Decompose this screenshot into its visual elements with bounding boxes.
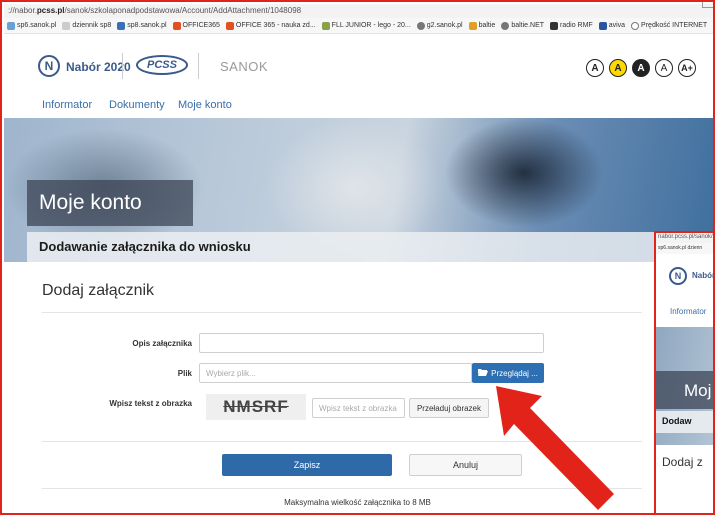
baltie-icon xyxy=(468,21,477,30)
contrast-yellow-button[interactable]: A xyxy=(609,59,627,77)
bookmark-item[interactable]: FLL JUNIOR - lego - 20... xyxy=(321,21,411,30)
nabor-logo-icon[interactable]: N xyxy=(38,55,60,77)
inset-hero-subtitle: Dodaw xyxy=(656,411,713,433)
bookmark-item[interactable]: Prędkość INTERNET xyxy=(631,21,707,30)
bookmark-item[interactable]: baltie.NET xyxy=(501,21,544,30)
nav-item-moje-konto[interactable]: Moje konto xyxy=(178,99,232,111)
font-size-normal-button[interactable]: A xyxy=(655,59,673,77)
captcha-label: Wpisz tekst z obrazka xyxy=(109,399,192,408)
divider xyxy=(122,53,123,79)
globe-icon xyxy=(7,21,15,30)
office-icon xyxy=(225,21,234,30)
city-name: SANOK xyxy=(220,59,269,74)
reload-captcha-button[interactable]: Przeładuj obrazek xyxy=(409,398,489,418)
address-bar[interactable]: ://nabor.pcss.pl/sanok/szkolaponadpodsta… xyxy=(4,4,713,18)
file-label: Plik xyxy=(177,369,192,378)
form-title: Dodaj załącznik xyxy=(42,282,155,299)
bookmark-item[interactable]: OFFICE 365 - nauka zd... xyxy=(225,21,316,30)
browse-button[interactable]: Przeglądaj ... xyxy=(472,363,544,383)
description-label: Opis załącznika xyxy=(132,339,192,348)
hero-subtitle: Dodawanie załącznika do wniosku xyxy=(27,232,713,262)
red-arrow-icon xyxy=(496,386,614,510)
site-icon xyxy=(117,21,126,30)
folder-open-icon xyxy=(478,368,489,378)
office-icon xyxy=(172,21,181,30)
inset-hero-title: Moj xyxy=(656,371,713,409)
corner-marker xyxy=(702,2,713,8)
book-icon xyxy=(62,21,71,30)
url-domain: pcss.pl xyxy=(36,6,65,15)
main-nav: Informator Dokumenty Moje konto xyxy=(4,93,713,117)
url-path: /sanok/szkolaponadpodstawowa/Account/Add… xyxy=(64,6,302,15)
description-field[interactable] xyxy=(199,333,544,353)
globe-icon xyxy=(501,21,510,30)
contrast-dark-button[interactable]: A xyxy=(632,59,650,77)
divider xyxy=(42,312,642,313)
inset-logo-icon: N xyxy=(669,267,687,285)
bookmark-item[interactable]: radio RMF xyxy=(550,21,593,30)
site-title[interactable]: Nabór 2020 xyxy=(66,60,131,74)
bookmark-item[interactable]: sp8.sanok.pl xyxy=(117,21,167,30)
screenshot-frame: ://nabor.pcss.pl/sanok/szkolaponadpodsta… xyxy=(0,0,715,515)
captcha-image: NMSRF xyxy=(206,394,306,420)
url-prefix: ://nabor. xyxy=(8,6,37,15)
inset-screenshot: nabor.pcss.pl/sanok/ sp6.sanok.pl dzienn… xyxy=(654,231,715,513)
pcss-logo[interactable]: PCSS xyxy=(136,55,188,75)
bookmark-item[interactable]: sp6.sanok.pl xyxy=(7,21,56,30)
speed-icon xyxy=(631,21,640,30)
inset-url: nabor.pcss.pl/sanok/ xyxy=(656,233,713,243)
hero-banner: Moje konto Dodawanie załącznika do wnios… xyxy=(4,118,713,262)
file-field[interactable]: Wybierz plik... xyxy=(199,363,472,383)
font-size-large-button[interactable]: A+ xyxy=(678,59,696,77)
bookmark-item[interactable]: baltie xyxy=(468,21,495,30)
contrast-default-button[interactable]: A xyxy=(586,59,604,77)
lego-icon xyxy=(321,21,330,30)
bookmarks-bar: sp6.sanok.pl dziennik sp8 sp8.sanok.pl O… xyxy=(4,18,713,34)
inset-section-title: Dodaj z xyxy=(662,455,703,469)
bookmark-item[interactable]: dziennik sp8 xyxy=(62,21,111,30)
bookmark-item[interactable]: aviva xyxy=(598,21,625,30)
nav-item-informator[interactable]: Informator xyxy=(42,99,92,111)
radio-icon xyxy=(550,21,559,30)
bookmark-item[interactable]: OFFICE365 xyxy=(172,21,220,30)
save-button[interactable]: Zapisz xyxy=(222,454,392,476)
inset-nav: Informator xyxy=(670,307,707,316)
captcha-input[interactable]: Wpisz tekst z obrazka xyxy=(312,398,405,418)
aviva-icon xyxy=(598,21,607,30)
bookmark-item[interactable]: g2.sanok.pl xyxy=(416,21,463,30)
divider xyxy=(198,53,199,79)
hero-title: Moje konto xyxy=(27,180,193,226)
site-header: N Nabór 2020 PCSS SANOK A A A A A+ xyxy=(4,35,713,93)
inset-title: Nabór 2 xyxy=(692,271,715,280)
inset-bookmarks: sp6.sanok.pl dzienn xyxy=(656,243,713,254)
nav-item-dokumenty[interactable]: Dokumenty xyxy=(109,99,165,111)
hero-photo-shadow xyxy=(444,118,604,228)
globe-icon xyxy=(416,21,425,30)
browse-label: Przeglądaj ... xyxy=(491,368,538,378)
